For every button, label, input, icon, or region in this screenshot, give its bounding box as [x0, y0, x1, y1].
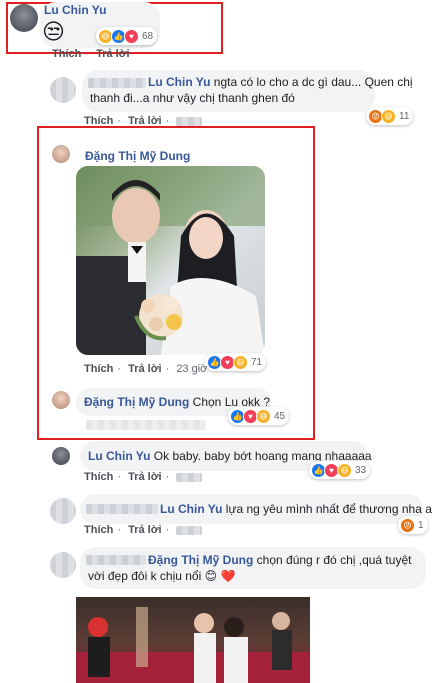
reaction-summary[interactable]: 👍 ♥ 😆 71 [205, 353, 267, 371]
reaction-summary[interactable]: 😡 1 [398, 516, 428, 534]
separator: · [165, 115, 170, 127]
haha-icon: 😆 [337, 462, 352, 478]
comment-author[interactable]: Đặng Thị Mỹ Dung [84, 395, 189, 409]
smirk-emoji: 😒 [42, 19, 65, 44]
blurred-time [176, 116, 203, 126]
reaction-count: 71 [251, 356, 263, 368]
avatar[interactable] [52, 391, 70, 409]
reaction-count: 45 [274, 410, 286, 422]
blurred-actions [86, 420, 206, 430]
comment-photo[interactable] [76, 597, 310, 683]
comment-text: Đặng Thị Mỹ Dung chọn đúng r đó chị ,quá… [88, 552, 411, 584]
comment-line: Lu Chin Yu lựa ng yêu mình nhất để thươn… [160, 501, 432, 517]
haha-icon: 😆 [233, 354, 248, 370]
comment-text-line1: chọn đúng r đó chị ,quá tuyệt [256, 553, 412, 567]
comment-text-line1: ngta có lo cho a dc gì dau... Quen chị [213, 75, 413, 89]
separator: · [165, 363, 170, 375]
reply-link[interactable]: Trả lời [128, 524, 162, 536]
reaction-count: 11 [399, 110, 410, 122]
reaction-summary[interactable]: 😆 👍 ♥ 68 [96, 27, 158, 45]
blurred-avatar [50, 77, 76, 103]
comment-bubble: Lu Chin Yu lựa ng yêu mình nhất để thươn… [80, 494, 432, 524]
comment-actions: Thích · Trả lời · [84, 471, 206, 483]
reply-link[interactable]: Trả lời [128, 471, 162, 483]
separator: · [85, 48, 90, 60]
separator: · [117, 363, 122, 375]
reaction-summary[interactable]: 😡 😆 11 [366, 107, 414, 125]
blurred-avatar [50, 552, 76, 578]
blurred-time [176, 472, 203, 482]
event-photo-illustration [76, 607, 310, 683]
avatar[interactable] [10, 4, 38, 32]
blurred-avatar [50, 498, 76, 524]
comment-text-line2: vời đẹp đôi k chịu nổi 😊 ❤️ [88, 569, 236, 583]
blurred-name [86, 504, 158, 514]
avatar[interactable] [52, 145, 70, 163]
separator: · [117, 471, 122, 483]
avatar[interactable] [52, 447, 70, 465]
separator: · [117, 524, 122, 536]
like-link[interactable]: Thích [84, 471, 113, 483]
haha-icon: 😆 [256, 408, 271, 424]
angry-icon: 😡 [400, 517, 415, 533]
like-link[interactable]: Thích [84, 363, 113, 375]
comment-photo[interactable] [76, 166, 265, 355]
reaction-count: 68 [142, 30, 154, 42]
comment-bubble: Đặng Thị Mỹ Dung chọn đúng r đó chị ,quá… [80, 547, 426, 589]
blurred-time [176, 525, 203, 535]
reply-link[interactable]: Trả lời [128, 363, 162, 375]
separator: · [117, 115, 122, 127]
comment-text: Lu Chin Yu ngta có lo cho a dc gì dau...… [90, 74, 413, 106]
comment-actions: Thích · Trả lời · 23 giờ [84, 363, 211, 375]
comment-actions: Thích · Trả lời · [84, 524, 206, 536]
wedding-photo-illustration [76, 166, 265, 355]
comment-time[interactable]: 23 giờ [176, 363, 207, 375]
reaction-summary[interactable]: 👍 ♥ 😆 33 [309, 461, 371, 479]
reaction-count: 33 [355, 464, 367, 476]
tagged-name[interactable]: Đặng Thị Mỹ Dung [148, 553, 253, 567]
haha-icon: 😆 [381, 108, 396, 124]
comment-bubble: Lu Chin Yu ngta có lo cho a dc gì dau...… [82, 70, 413, 112]
comment-author[interactable]: Lu Chin Yu [88, 449, 150, 463]
like-link[interactable]: Thích [84, 524, 113, 536]
comment-text-line2: thanh đi...a như vậy chị thanh ghen đó [90, 91, 295, 105]
comment-author[interactable]: Đặng Thị Mỹ Dung [85, 149, 190, 163]
reaction-count: 1 [418, 519, 424, 531]
separator: · [165, 524, 170, 536]
tagged-name[interactable]: Lu Chin Yu [160, 502, 222, 516]
comment-actions: Thích · Trả lời [52, 48, 134, 60]
tagged-name[interactable]: Lu Chin Yu [148, 75, 210, 89]
reply-link[interactable]: Trả lời [96, 48, 130, 60]
comment-actions: Thích · Trả lời · [84, 115, 206, 127]
love-icon: ♥ [124, 28, 139, 44]
separator: · [165, 471, 170, 483]
comment-text: lựa ng yêu mình nhất để thương nha a [225, 502, 432, 516]
like-link[interactable]: Thích [84, 115, 113, 127]
comment-author[interactable]: Lu Chin Yu [44, 3, 106, 17]
reaction-summary[interactable]: 👍 ♥ 😆 45 [228, 407, 290, 425]
reply-link[interactable]: Trả lời [128, 115, 162, 127]
like-link[interactable]: Thích [52, 48, 81, 60]
